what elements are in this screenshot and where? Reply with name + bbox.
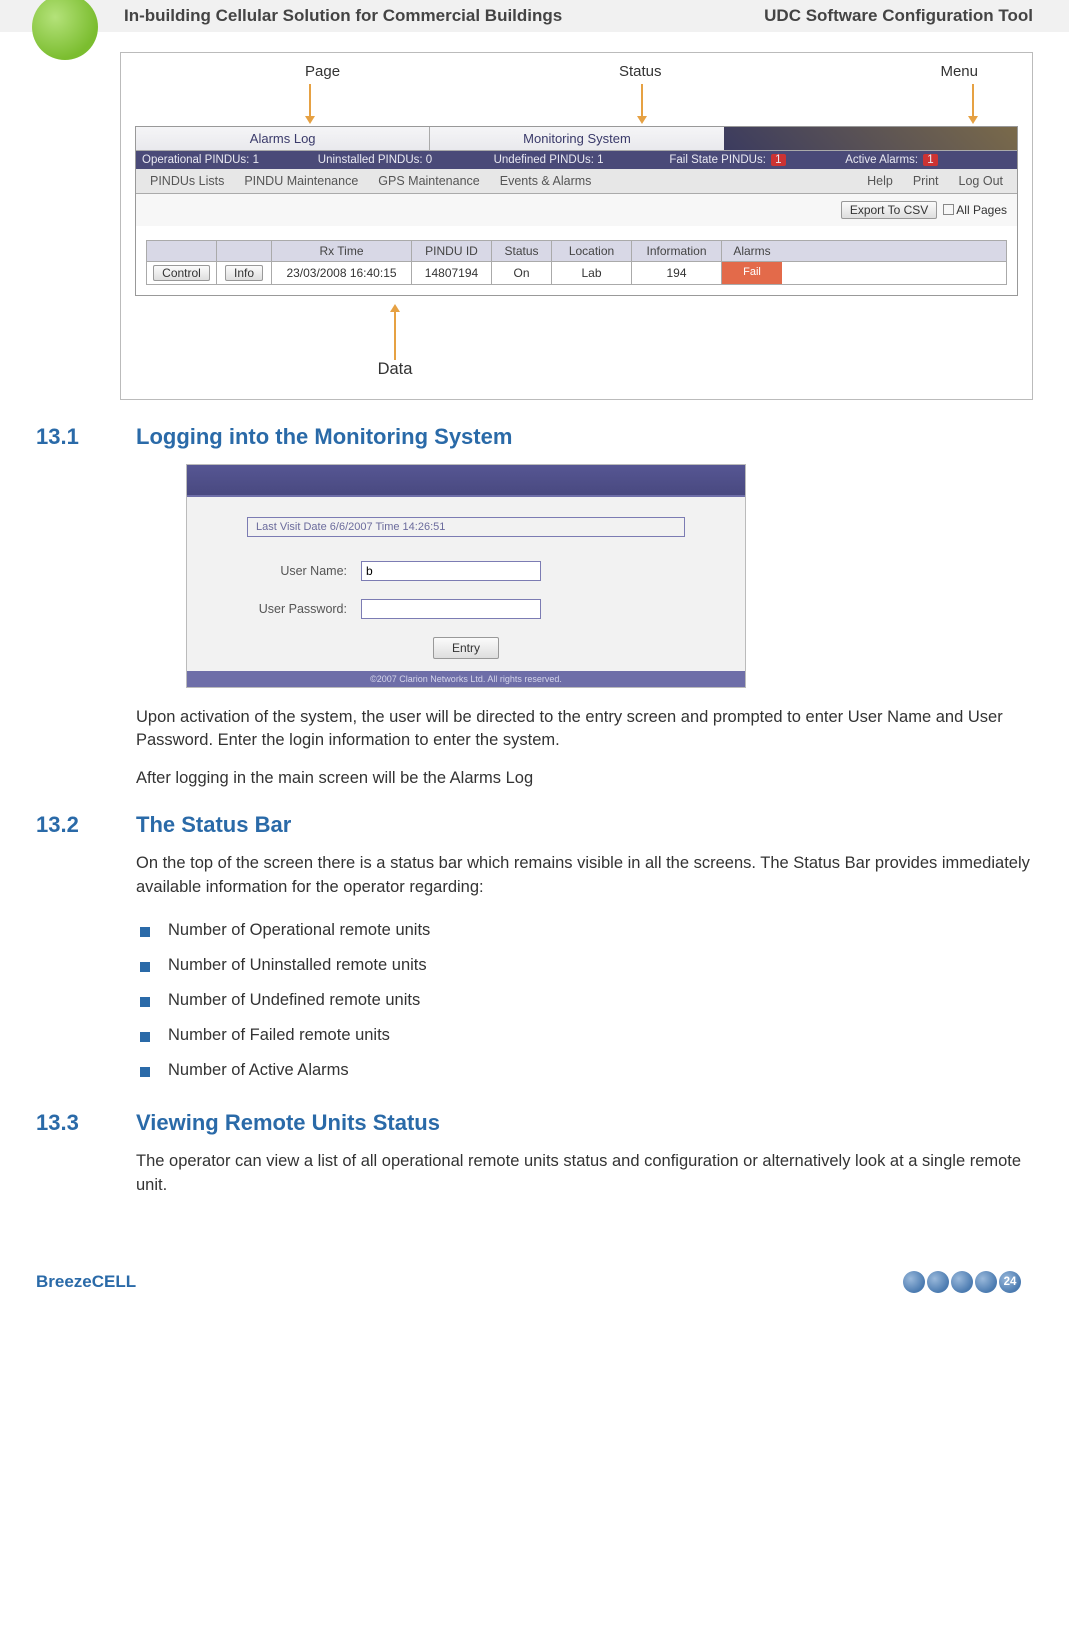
- heading-13-2: 13.2 The Status Bar: [36, 812, 1033, 838]
- callout-status: Status: [619, 63, 662, 80]
- entry-button[interactable]: Entry: [433, 637, 499, 659]
- menu-gps-maintenance[interactable]: GPS Maintenance: [378, 174, 479, 188]
- col-status: Status: [492, 241, 552, 261]
- menu-print[interactable]: Print: [913, 174, 939, 188]
- login-footer: ©2007 Clarion Networks Ltd. All rights r…: [187, 671, 745, 687]
- header-right: UDC Software Configuration Tool: [764, 6, 1033, 26]
- para-13-1a: Upon activation of the system, the user …: [136, 706, 1033, 753]
- cell-alarm: Fail: [722, 262, 782, 284]
- export-csv-button[interactable]: Export To CSV: [841, 201, 937, 219]
- list-item: Number of Operational remote units: [136, 913, 1033, 948]
- page-number: 24: [999, 1271, 1021, 1293]
- heading-13-1: 13.1 Logging into the Monitoring System: [36, 424, 1033, 450]
- para-13-3a: The operator can view a list of all oper…: [136, 1150, 1033, 1197]
- footer-brand: BreezeCELL: [36, 1272, 136, 1292]
- status-failstate: Fail State PINDUs: 1: [669, 154, 835, 166]
- col-alarms: Alarms: [722, 241, 782, 261]
- checkbox-icon: [943, 204, 954, 215]
- callout-page: Page: [305, 63, 340, 80]
- login-figure: Last Visit Date 6/6/2007 Time 14:26:51 U…: [186, 464, 746, 688]
- login-last-visit: Last Visit Date 6/6/2007 Time 14:26:51: [247, 517, 685, 537]
- callout-menu: Menu: [940, 63, 978, 80]
- col-blank1: [147, 241, 217, 261]
- callout-data: Data: [378, 360, 413, 379]
- menu-logout[interactable]: Log Out: [959, 174, 1003, 188]
- cell-location: Lab: [552, 262, 632, 284]
- cell-rxtime: 23/03/2008 16:40:15: [272, 262, 412, 284]
- password-label: User Password:: [247, 602, 347, 616]
- list-item: Number of Undefined remote units: [136, 983, 1033, 1018]
- col-rxtime: Rx Time: [272, 241, 412, 261]
- username-input[interactable]: [361, 561, 541, 581]
- table-row: Control Info 23/03/2008 16:40:15 1480719…: [146, 262, 1007, 285]
- list-item: Number of Uninstalled remote units: [136, 948, 1033, 983]
- app-logo-icon: [724, 127, 1017, 150]
- heading-13-3: 13.3 Viewing Remote Units Status: [36, 1110, 1033, 1136]
- all-pages-checkbox-wrap[interactable]: All Pages: [943, 203, 1007, 217]
- col-blank2: [217, 241, 272, 261]
- status-active-alarms: Active Alarms: 1: [845, 154, 1011, 166]
- menu-pindu-maintenance[interactable]: PINDU Maintenance: [244, 174, 358, 188]
- menu-help[interactable]: Help: [867, 174, 893, 188]
- menu-events-alarms[interactable]: Events & Alarms: [500, 174, 592, 188]
- para-13-1b: After logging in the main screen will be…: [136, 767, 1033, 790]
- footer-page-dots: 24: [903, 1271, 1021, 1293]
- cell-pinduid: 14807194: [412, 262, 492, 284]
- figure-app-annotated: Page Status Menu Alarms Log Monitoring S…: [120, 52, 1033, 400]
- status-bar-bullet-list: Number of Operational remote units Numbe…: [136, 913, 1033, 1088]
- tab-alarms-log[interactable]: Alarms Log: [136, 127, 430, 150]
- tab-monitoring-system[interactable]: Monitoring System: [430, 127, 723, 150]
- row-control-button[interactable]: Control: [153, 265, 210, 281]
- col-pinduid: PINDU ID: [412, 241, 492, 261]
- row-info-button[interactable]: Info: [225, 265, 263, 281]
- list-item: Number of Failed remote units: [136, 1018, 1033, 1053]
- list-item: Number of Active Alarms: [136, 1053, 1033, 1088]
- header-left: In-building Cellular Solution for Commer…: [124, 6, 562, 26]
- status-uninstalled: Uninstalled PINDUs: 0: [318, 154, 484, 166]
- cell-status: On: [492, 262, 552, 284]
- menu-pindus-lists[interactable]: PINDUs Lists: [150, 174, 224, 188]
- status-operational: Operational PINDUs: 1: [142, 154, 308, 166]
- col-location: Location: [552, 241, 632, 261]
- para-13-2a: On the top of the screen there is a stat…: [136, 852, 1033, 899]
- status-undefined: Undefined PINDUs: 1: [494, 154, 660, 166]
- embedded-app-frame: Alarms Log Monitoring System Operational…: [135, 126, 1018, 296]
- cell-info: 194: [632, 262, 722, 284]
- col-information: Information: [632, 241, 722, 261]
- logo-dot: [32, 0, 98, 60]
- username-label: User Name:: [247, 564, 347, 578]
- password-input[interactable]: [361, 599, 541, 619]
